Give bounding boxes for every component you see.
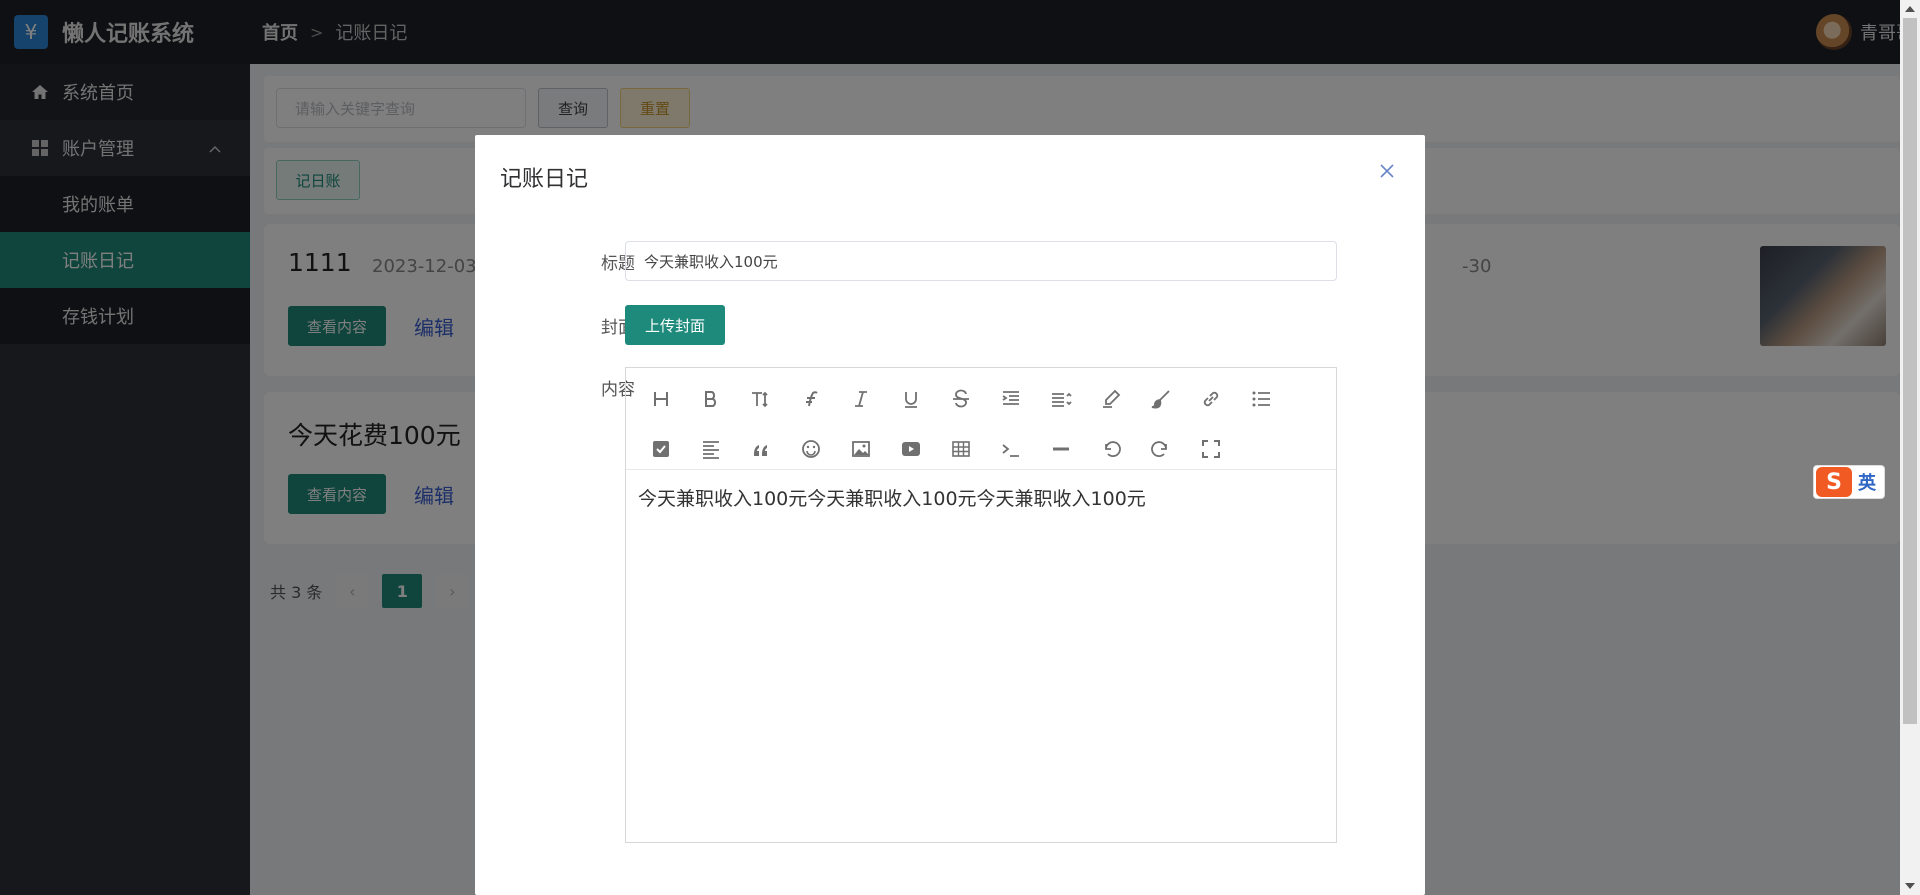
editor-toolbar <box>626 368 1336 470</box>
markdown-editor: 今天兼职收入100元今天兼职收入100元今天兼职收入100元 <box>625 367 1337 843</box>
font-size-icon[interactable] <box>736 379 786 419</box>
scrollbar-thumb[interactable] <box>1903 18 1917 724</box>
checkbox-icon[interactable] <box>636 429 686 469</box>
list-icon[interactable] <box>1236 379 1286 419</box>
image-icon[interactable] <box>836 429 886 469</box>
upload-cover-button[interactable]: 上传封面 <box>625 305 725 345</box>
horizontal-rule-icon[interactable] <box>1036 429 1086 469</box>
underline-icon[interactable] <box>886 379 936 419</box>
title-input[interactable]: 今天兼职收入100元 <box>625 241 1337 281</box>
highlight-icon[interactable] <box>1086 379 1136 419</box>
align-left-icon[interactable] <box>686 429 736 469</box>
line-height-icon[interactable] <box>1036 379 1086 419</box>
close-icon[interactable] <box>1377 161 1397 181</box>
scroll-down-icon[interactable] <box>1905 883 1915 889</box>
redo-icon[interactable] <box>1136 429 1186 469</box>
undo-icon[interactable] <box>1086 429 1136 469</box>
diary-dialog: 记账日记 标题 今天兼职收入100元 封面 上传封面 内容 今天兼职收入100元… <box>475 135 1425 895</box>
bold-icon[interactable] <box>686 379 736 419</box>
quote-icon[interactable] <box>736 429 786 469</box>
indent-icon[interactable] <box>986 379 1036 419</box>
dialog-title: 记账日记 <box>500 167 589 192</box>
ime-indicator[interactable]: S 英 <box>1813 465 1885 499</box>
emoji-icon[interactable] <box>786 429 836 469</box>
ime-language: 英 <box>1858 473 1876 494</box>
table-icon[interactable] <box>936 429 986 469</box>
heading-icon[interactable] <box>636 379 686 419</box>
code-icon[interactable] <box>986 429 1036 469</box>
video-icon[interactable] <box>886 429 936 469</box>
scroll-up-icon[interactable] <box>1905 6 1915 12</box>
strikethrough-icon[interactable] <box>936 379 986 419</box>
editor-content[interactable]: 今天兼职收入100元今天兼职收入100元今天兼职收入100元 <box>626 470 1336 525</box>
italic-icon[interactable] <box>836 379 886 419</box>
page-scrollbar[interactable] <box>1900 0 1920 895</box>
font-style-icon[interactable] <box>786 379 836 419</box>
brush-icon[interactable] <box>1136 379 1186 419</box>
fullscreen-icon[interactable] <box>1186 429 1236 469</box>
sogou-logo-icon: S <box>1816 467 1852 497</box>
link-icon[interactable] <box>1186 379 1236 419</box>
